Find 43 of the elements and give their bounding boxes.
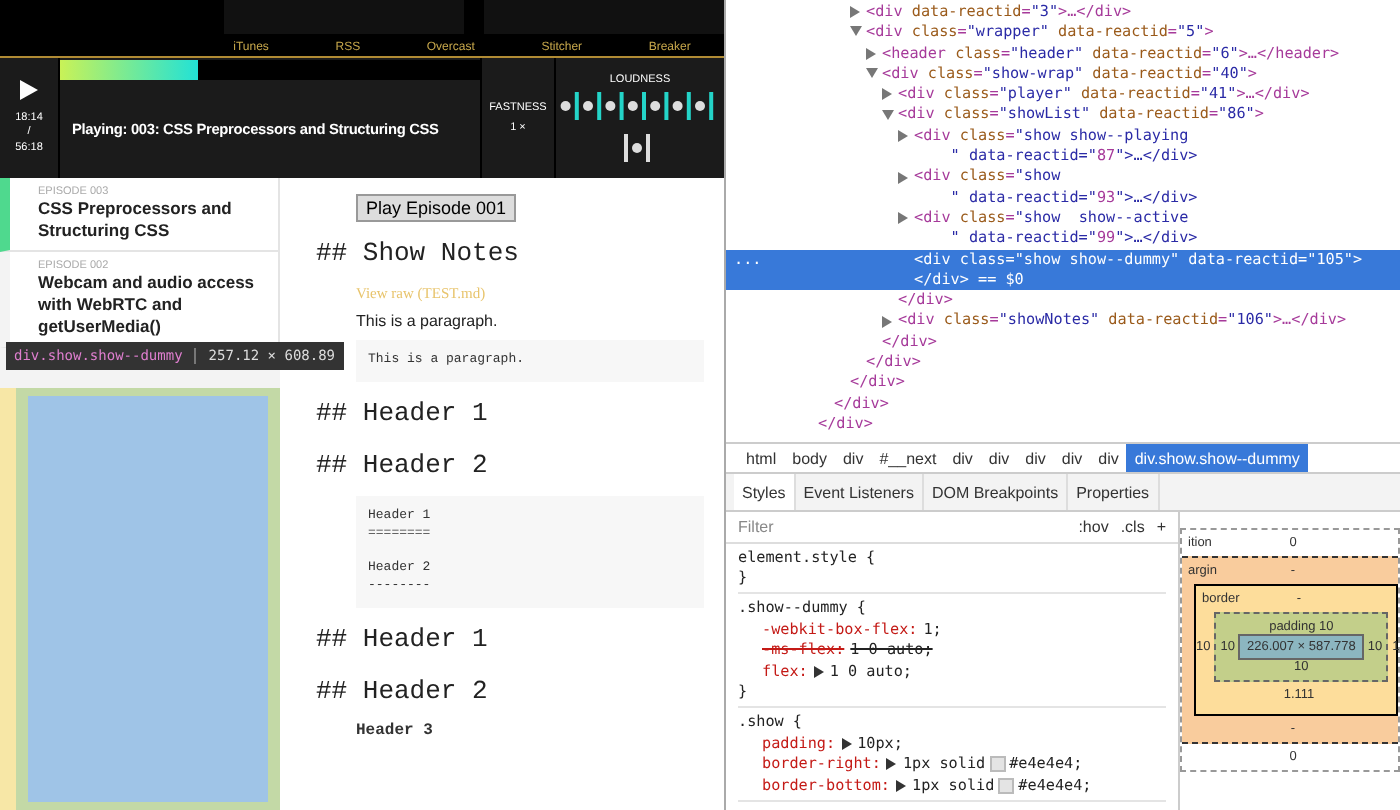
notes-heading: ## Header 1	[316, 623, 490, 654]
notes-paragraph: This is a paragraph.	[356, 312, 500, 330]
devtools-tab[interactable]: Properties	[1068, 474, 1160, 510]
notes-heading: ## Show Notes	[316, 238, 521, 268]
notes-heading: ## Header 2	[316, 675, 490, 706]
notes-heading: ## Header 1	[316, 397, 490, 428]
breadcrumb-item[interactable]: #__next	[871, 444, 945, 472]
right-triangle-icon[interactable]	[898, 212, 910, 225]
breadcrumb-item[interactable]: div.show.show--dummy	[1126, 444, 1308, 472]
expand-icon[interactable]	[841, 737, 852, 750]
color-swatch[interactable]	[1000, 779, 1013, 792]
breadcrumb-item[interactable]: div	[834, 444, 872, 472]
right-triangle-icon[interactable]	[850, 6, 862, 19]
breadcrumb-item[interactable]: div	[944, 444, 981, 472]
breadcrumb-item[interactable]: div	[980, 444, 1018, 472]
devtools-tab[interactable]: Styles	[734, 474, 796, 510]
expand-icon[interactable]	[886, 758, 897, 771]
class-toggle[interactable]: .cls	[1120, 517, 1145, 536]
right-triangle-icon[interactable]	[882, 315, 894, 328]
breadcrumb-item[interactable]: html	[738, 444, 785, 472]
expand-icon[interactable]	[896, 779, 907, 792]
right-triangle-icon[interactable]	[898, 129, 910, 142]
right-triangle-icon[interactable]	[882, 88, 894, 101]
breadcrumb-item[interactable]: div	[1090, 444, 1127, 472]
color-swatch[interactable]	[991, 758, 1004, 771]
right-triangle-icon[interactable]	[898, 171, 910, 184]
devtools-tab[interactable]: Event Listeners	[795, 474, 924, 510]
breadcrumb-item[interactable]: div	[1053, 444, 1091, 472]
breadcrumb-item[interactable]: div	[1017, 444, 1054, 472]
add-rule-button[interactable]: +	[1156, 517, 1166, 536]
down-triangle-icon[interactable]	[882, 109, 894, 122]
progress-track[interactable]	[60, 60, 480, 80]
down-triangle-icon[interactable]	[850, 26, 862, 39]
down-triangle-icon[interactable]	[866, 68, 878, 81]
breadcrumb-item[interactable]: body	[784, 444, 835, 472]
notes-subheading: Header 3	[356, 721, 435, 740]
expand-icon[interactable]	[813, 665, 824, 678]
play-episode-button[interactable]: Play Episode 001	[356, 194, 517, 222]
hover-state-toggle[interactable]: :hov	[1078, 517, 1109, 536]
devtools-tab[interactable]: DOM Breakpoints	[923, 474, 1069, 510]
notes-heading: ## Header 2	[316, 449, 490, 480]
play-icon[interactable]	[20, 80, 38, 101]
right-triangle-icon[interactable]	[866, 47, 878, 60]
